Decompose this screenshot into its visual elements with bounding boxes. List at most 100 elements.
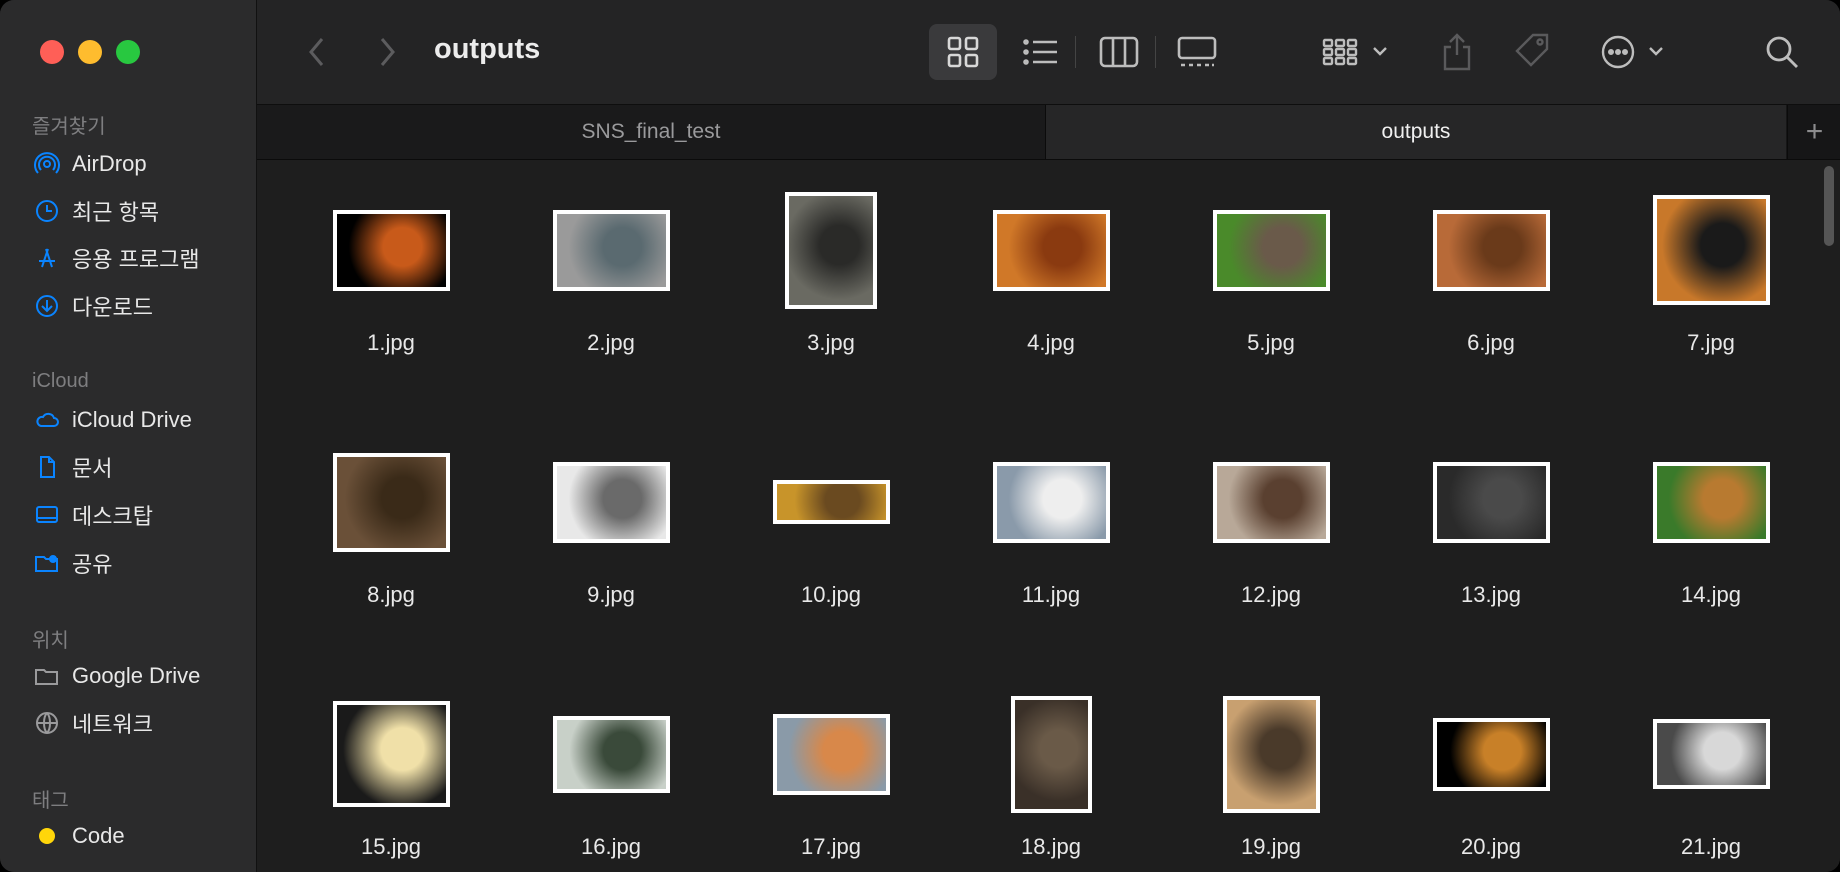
window-title: outputs	[434, 33, 541, 65]
file-item[interactable]: 1.jpg	[281, 160, 501, 400]
file-item[interactable]: 8.jpg	[281, 412, 501, 652]
file-name: 20.jpg	[1461, 834, 1521, 859]
file-item[interactable]: 6.jpg	[1381, 160, 1601, 400]
sidebar-item-desktop[interactable]: 데스크탑	[34, 495, 244, 535]
vertical-scrollbar[interactable]	[1824, 166, 1834, 246]
zoom-window-button[interactable]	[116, 40, 140, 64]
thumbnail-frame	[1381, 442, 1601, 562]
file-name: 5.jpg	[1247, 330, 1295, 355]
file-item[interactable]: 4.jpg	[941, 160, 1161, 400]
file-item[interactable]: 2.jpg	[501, 160, 721, 400]
window-controls	[40, 40, 140, 64]
list-view-button[interactable]	[1007, 24, 1075, 80]
thumbnail-frame	[721, 442, 941, 562]
file-name: 11.jpg	[1021, 582, 1081, 607]
desktop-icon	[34, 502, 60, 528]
sidebar-item-airdrop[interactable]: AirDrop	[34, 144, 244, 184]
image-thumbnail	[1010, 695, 1092, 813]
file-item[interactable]: 5.jpg	[1161, 160, 1381, 400]
group-by-button[interactable]	[1317, 28, 1397, 76]
gallery-view-button[interactable]	[1163, 24, 1231, 80]
sidebar-item-icloud-drive[interactable]: iCloud Drive	[34, 400, 244, 440]
sidebar-item-downloads[interactable]: 다운로드	[34, 286, 244, 326]
sidebar-item-label: iCloud Drive	[72, 407, 192, 432]
file-name: 19.jpg	[1241, 834, 1301, 859]
sidebar-item-shared[interactable]: 공유	[34, 543, 244, 583]
sidebar-item-label: 공유	[72, 552, 113, 577]
file-name: 4.jpg	[1027, 330, 1075, 355]
file-item[interactable]: 3.jpg	[721, 160, 941, 400]
share-button[interactable]	[1432, 28, 1482, 76]
file-item[interactable]: 17.jpg	[721, 664, 941, 872]
tab-outputs[interactable]: outputs	[1046, 105, 1786, 159]
file-item[interactable]: 20.jpg	[1381, 664, 1601, 872]
chevron-left-icon	[309, 38, 324, 66]
file-name: 16.jpg	[581, 834, 641, 859]
file-name: 18.jpg	[1021, 834, 1081, 859]
file-item[interactable]: 16.jpg	[501, 664, 721, 872]
action-menu-button[interactable]	[1595, 28, 1675, 76]
file-item[interactable]: 12.jpg	[1161, 412, 1381, 652]
file-item[interactable]: 21.jpg	[1601, 664, 1821, 872]
back-button[interactable]	[297, 30, 337, 74]
new-tab-button[interactable]: +	[1787, 105, 1840, 159]
more-options-icon	[1601, 35, 1663, 69]
image-thumbnail	[1652, 719, 1770, 789]
cloud-icon	[34, 407, 60, 433]
file-item[interactable]: 13.jpg	[1381, 412, 1601, 652]
image-thumbnail	[1652, 195, 1770, 305]
sidebar-item-network[interactable]: 네트워크	[34, 703, 244, 743]
icon-view-button[interactable]	[929, 24, 997, 80]
sidebar-item-label: Code	[72, 823, 125, 848]
file-item[interactable]: 7.jpg	[1601, 160, 1821, 400]
toolbar: outputs	[257, 0, 1840, 105]
file-item[interactable]: 10.jpg	[721, 412, 941, 652]
sidebar-item-documents[interactable]: 문서	[34, 447, 244, 487]
file-item[interactable]: 19.jpg	[1161, 664, 1381, 872]
file-name: 3.jpg	[807, 330, 855, 355]
thumbnail-frame	[1161, 190, 1381, 310]
column-view-button[interactable]	[1085, 24, 1153, 80]
thumbnail-frame	[1601, 190, 1821, 310]
sidebar-item-recents[interactable]: 최근 항목	[34, 191, 244, 231]
thumbnail-frame	[501, 442, 721, 562]
thumbnail-frame	[501, 190, 721, 310]
sidebar-item-tag-code[interactable]: Code	[34, 816, 244, 856]
file-item[interactable]: 9.jpg	[501, 412, 721, 652]
share-icon	[1443, 33, 1471, 71]
sidebar-item-label: 데스크탑	[72, 504, 153, 529]
image-thumbnail	[1432, 717, 1550, 791]
image-thumbnail	[552, 461, 670, 543]
file-item[interactable]: 15.jpg	[281, 664, 501, 872]
file-name: 21.jpg	[1681, 834, 1741, 859]
file-item[interactable]: 11.jpg	[941, 412, 1161, 652]
sidebar-item-applications[interactable]: 응용 프로그램	[34, 238, 244, 278]
file-item[interactable]: 14.jpg	[1601, 412, 1821, 652]
group-grid-chevron-icon	[1322, 38, 1387, 66]
tab-sns-final-test[interactable]: SNS_final_test	[257, 105, 1046, 159]
file-name: 7.jpg	[1687, 330, 1735, 355]
image-thumbnail	[1212, 209, 1330, 291]
forward-button[interactable]	[367, 30, 407, 74]
chevron-right-icon	[380, 38, 395, 66]
applications-icon	[34, 245, 60, 271]
sidebar: 즐겨찾기 AirDrop 최근 항목 응용 프로그램 다운로드 iCloud i…	[0, 0, 257, 872]
file-item[interactable]: 18.jpg	[941, 664, 1161, 872]
file-name: 12.jpg	[1241, 582, 1301, 607]
sidebar-item-google-drive[interactable]: Google Drive	[34, 656, 244, 696]
search-button[interactable]	[1757, 28, 1807, 76]
image-thumbnail	[332, 209, 450, 291]
shared-folder-icon	[34, 550, 60, 576]
file-name: 9.jpg	[587, 582, 635, 607]
tag-color-dot-icon	[34, 823, 60, 849]
network-icon	[34, 710, 60, 736]
thumbnail-frame	[1381, 190, 1601, 310]
minimize-window-button[interactable]	[78, 40, 102, 64]
image-thumbnail	[552, 209, 670, 291]
gallery-icon	[1177, 36, 1217, 67]
thumbnail-frame	[281, 694, 501, 814]
close-window-button[interactable]	[40, 40, 64, 64]
image-thumbnail	[1432, 461, 1550, 543]
tags-button[interactable]	[1507, 28, 1557, 76]
clock-icon	[34, 198, 60, 224]
